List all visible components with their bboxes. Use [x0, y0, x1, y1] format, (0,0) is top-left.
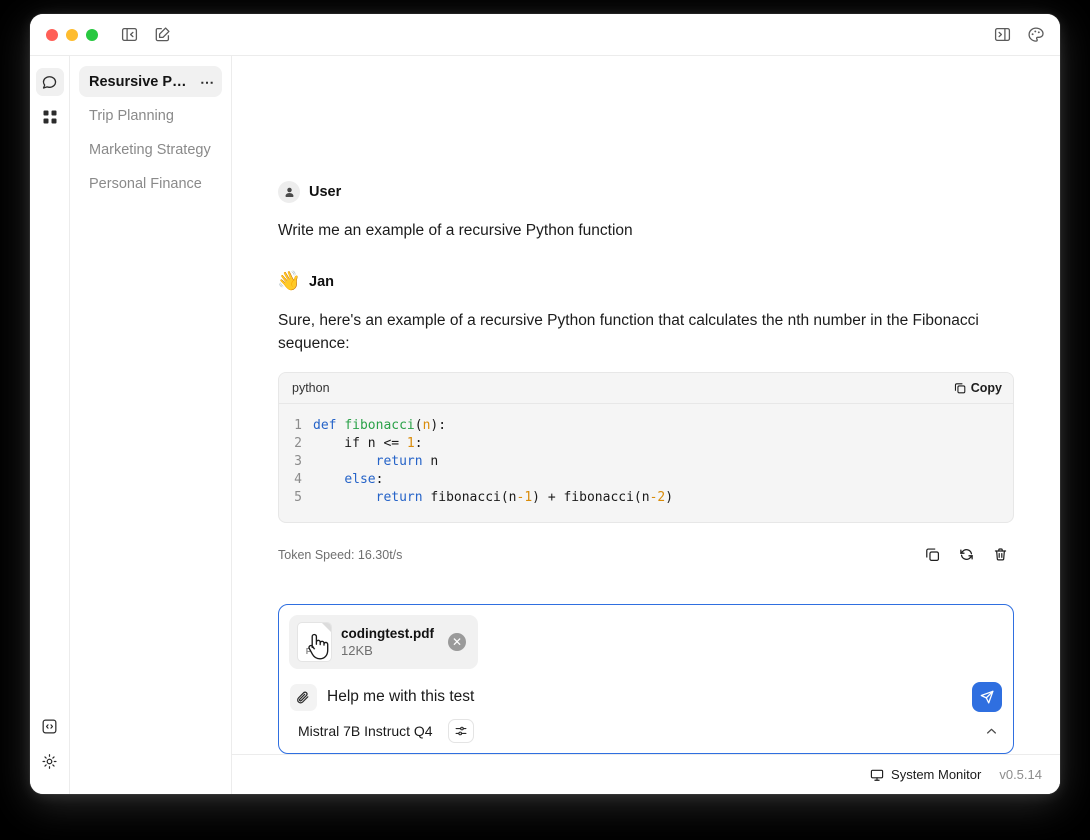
message-author: Jan: [309, 273, 334, 290]
attachment-size: 12KB: [341, 643, 373, 658]
code-line-number: 1: [294, 417, 302, 433]
theme-palette-icon[interactable]: [1026, 25, 1046, 45]
chat-list: Resursive Pyth… ⋯ Trip Planning Marketin…: [70, 56, 232, 794]
attachment-meta: codingtest.pdf 12KB: [341, 626, 434, 658]
nav-rail: [30, 56, 70, 794]
paperclip-icon[interactable]: [290, 683, 317, 711]
titlebar-right-actions: [992, 25, 1046, 45]
message-meta-row: Token Speed: 16.30t/s: [278, 540, 1014, 570]
message-assistant: 👋 Jan Sure, here's an example of a recur…: [277, 270, 1014, 570]
main-panel: User Write me an example of a recursive …: [232, 56, 1060, 794]
chat-list-item-resursive-python[interactable]: Resursive Pyth… ⋯: [79, 66, 222, 97]
copy-icon: [954, 382, 966, 393]
attachment-row: PDF codingtest.pdf 12KB ✕: [279, 605, 1013, 671]
code-line: 2 if n <= 1:: [279, 435, 1013, 453]
app-body: Resursive Pyth… ⋯ Trip Planning Marketin…: [30, 55, 1060, 794]
rail-item-local-api-server[interactable]: [36, 712, 64, 740]
chat-input[interactable]: Help me with this test: [327, 688, 962, 706]
model-selector[interactable]: Mistral 7B Instruct Q4: [290, 720, 441, 742]
code-brackets-icon: [42, 719, 57, 733]
delete-message-icon[interactable]: [986, 541, 1014, 569]
code-line-number: 2: [294, 435, 302, 451]
composer-model-row: Mistral 7B Instruct Q4: [279, 719, 1013, 753]
pdf-file-icon: PDF: [298, 623, 331, 661]
message-author: User: [309, 184, 342, 200]
monitor-icon: [870, 769, 884, 781]
app-version-label: v0.5.14: [999, 767, 1042, 782]
code-line: 5 return fibonacci(n-1) + fibonacci(n-2): [279, 489, 1013, 507]
toggle-left-panel-icon[interactable]: [119, 25, 139, 45]
chat-list-item-trip-planning[interactable]: Trip Planning: [79, 100, 222, 131]
attachment-name: codingtest.pdf: [341, 626, 434, 641]
message-body: Write me an example of a recursive Pytho…: [278, 222, 633, 239]
send-plane-icon: [980, 690, 994, 704]
status-bar: System Monitor v0.5.14: [232, 754, 1060, 794]
new-chat-icon[interactable]: [152, 25, 172, 45]
apps-grid-icon: [43, 110, 56, 124]
code-line: 4 else:: [279, 471, 1013, 489]
jan-avatar-icon: 👋: [277, 270, 301, 292]
rail-item-chat[interactable]: [35, 68, 64, 96]
rail-item-settings[interactable]: [36, 747, 64, 775]
code-line-content: return n: [375, 453, 439, 469]
chat-list-item-label: Marketing Strategy: [89, 141, 211, 158]
code-line: 1 def fibonacci(n):: [279, 417, 1013, 435]
message-actions: [918, 541, 1014, 569]
code-line-content: if n <= 1:: [313, 435, 423, 451]
composer: PDF codingtest.pdf 12KB ✕ Help me with t…: [278, 604, 1014, 754]
code-block-body: 1 def fibonacci(n): 2 if n <= 1: 3 return n…: [279, 404, 1013, 522]
code-block-header: python Copy: [279, 372, 1013, 404]
system-monitor-button[interactable]: System Monitor: [870, 767, 981, 782]
user-avatar-icon: [278, 181, 300, 203]
code-line: 3 return n: [279, 453, 1013, 471]
code-line-number: 4: [294, 471, 302, 487]
chat-list-item-label: Resursive Pyth…: [89, 73, 194, 90]
message-thread: User Write me an example of a recursive …: [232, 56, 1060, 590]
message-body: Sure, here's an example of a recursive P…: [278, 311, 979, 353]
message-header: 👋 Jan: [277, 270, 1014, 293]
toggle-right-panel-icon[interactable]: [992, 25, 1012, 45]
code-language-label: python: [292, 380, 330, 395]
token-speed-label: Token Speed: 16.30t/s: [278, 547, 403, 562]
traffic-lights: [46, 28, 98, 41]
code-line-number: 3: [294, 453, 302, 469]
rail-item-apps[interactable]: [36, 103, 64, 131]
composer-input-row: Help me with this test: [279, 671, 1013, 719]
send-button[interactable]: [972, 682, 1002, 712]
close-window-button[interactable]: [46, 28, 58, 41]
chat-list-item-marketing-strategy[interactable]: Marketing Strategy: [79, 134, 222, 165]
maximize-window-button[interactable]: [86, 28, 98, 41]
composer-wrapper: PDF codingtest.pdf 12KB ✕ Help me with t…: [232, 590, 1060, 754]
pdf-badge-label: PDF: [305, 646, 324, 656]
code-line-content: def fibonacci(n):: [313, 417, 447, 433]
code-line-content: return fibonacci(n-1) + fibonacci(n-2): [375, 489, 674, 505]
chat-icon: [42, 75, 57, 89]
regenerate-icon[interactable]: [952, 541, 980, 569]
app-window: Resursive Pyth… ⋯ Trip Planning Marketin…: [30, 14, 1060, 794]
chevron-up-icon[interactable]: [980, 720, 1002, 742]
message-header: User: [278, 181, 1014, 203]
code-line-number: 5: [294, 489, 302, 505]
model-settings-icon[interactable]: [447, 719, 474, 743]
copy-code-label: Copy: [970, 380, 1002, 395]
chat-more-icon[interactable]: ⋯: [194, 75, 215, 89]
gear-icon: [42, 753, 57, 769]
copy-code-button[interactable]: Copy: [954, 381, 1002, 395]
attachment-card[interactable]: PDF codingtest.pdf 12KB ✕: [289, 615, 478, 669]
title-bar: [30, 14, 1060, 55]
chat-list-item-label: Trip Planning: [89, 107, 174, 124]
copy-message-icon[interactable]: [918, 541, 946, 569]
message-user: User Write me an example of a recursive …: [278, 181, 1014, 243]
code-block: python Copy 1 def fibonacci(n): 2 if n <= …: [278, 371, 1014, 523]
minimize-window-button[interactable]: [66, 28, 78, 41]
code-line-content: else:: [344, 471, 384, 487]
titlebar-left-actions: [119, 25, 172, 45]
chat-list-item-label: Personal Finance: [89, 175, 202, 192]
chat-list-item-personal-finance[interactable]: Personal Finance: [79, 168, 222, 199]
system-monitor-label: System Monitor: [891, 767, 982, 782]
remove-attachment-icon[interactable]: ✕: [448, 633, 466, 651]
